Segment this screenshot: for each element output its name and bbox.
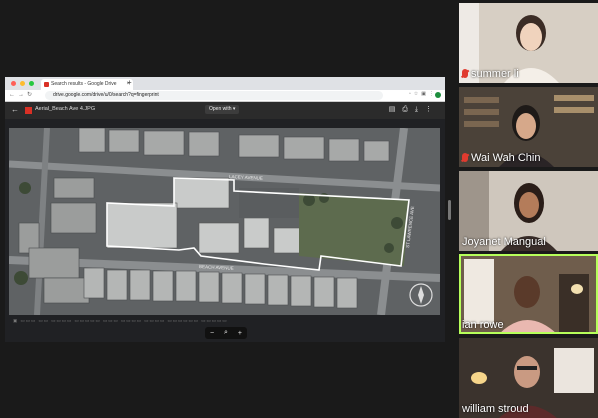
profile-avatar[interactable] [435,92,441,98]
background-file-list: ▣ ▭▭▭ ▭▭ ▭▭▭▭ ▭▭▭▭▭ ▭▭▭ ▭▭▭▭ ▭▭▭▭ ▭▭▭▭▭▭… [13,318,228,323]
participant-name: Joyanet Mangual [462,236,546,248]
image-file-icon [25,107,32,114]
open-with-button[interactable]: Open with ▾ [205,105,240,114]
aerial-photo: LACEY AVENUE BEACH AVENUE ST LAWRENCE AV… [9,128,440,315]
mic-muted-icon [462,153,468,162]
participant-tile-active-speaker[interactable]: ian rowe [459,254,598,334]
window-controls [11,81,34,86]
minimize-window-button[interactable] [20,81,25,86]
participant-name: summer li [462,68,519,80]
nav-buttons[interactable]: ←→↻ [9,91,35,98]
participant-name: Wai Wah Chin [462,152,540,164]
maximize-window-button[interactable] [29,81,34,86]
close-window-button[interactable] [11,81,16,86]
file-name: Aerial_Beach Ave 4.JPG [35,106,96,112]
drive-viewer-toolbar: ← Aerial_Beach Ave 4.JPG Open with ▾ ▤⎙⤓… [5,102,445,119]
address-bar-row: ←→↻ drive.google.com/drive/u/0/search?q=… [5,90,445,102]
new-tab-button[interactable]: + [127,78,132,87]
zoom-out-button[interactable]: − [210,330,214,337]
participant-name: william stroud [462,403,529,415]
magnifier-icon[interactable]: ⌕ [224,329,228,337]
tab-title: Search results - Google Drive [51,81,117,87]
drive-favicon-icon [44,82,49,87]
shared-screen: Search results - Google Drive × + ←→↻ dr… [5,77,445,342]
mic-muted-icon [462,69,468,78]
participant-tile[interactable]: Wai Wah Chin [459,87,598,167]
browser-tab[interactable]: Search results - Google Drive × [41,79,133,90]
extension-icons[interactable]: ▫☆▣⋮ [409,91,437,97]
zoom-controls: − ⌕ + [205,327,247,339]
url-field[interactable]: drive.google.com/drive/u/0/search?q=fing… [45,91,383,100]
viewer-action-icons[interactable]: ▤⎙⤓⋮ [389,105,439,114]
participant-tile[interactable]: summer li [459,3,598,83]
url-text: drive.google.com/drive/u/0/search?q=fing… [53,92,159,98]
panel-divider-handle[interactable] [448,200,451,220]
participant-tile[interactable]: Joyanet Mangual [459,171,598,251]
zoom-in-button[interactable]: + [238,330,242,337]
aerial-photo-image: LACEY AVENUE BEACH AVENUE ST LAWRENCE AV… [9,128,440,315]
participant-tile[interactable]: william stroud [459,338,598,418]
drive-viewer-footer: ▣ ▭▭▭ ▭▭ ▭▭▭▭ ▭▭▭▭▭ ▭▭▭ ▭▭▭▭ ▭▭▭▭ ▭▭▭▭▭▭… [5,315,445,342]
participant-name: ian rowe [462,319,504,331]
browser-tab-strip: Search results - Google Drive × + [5,77,445,90]
back-arrow-icon[interactable]: ← [11,105,19,114]
